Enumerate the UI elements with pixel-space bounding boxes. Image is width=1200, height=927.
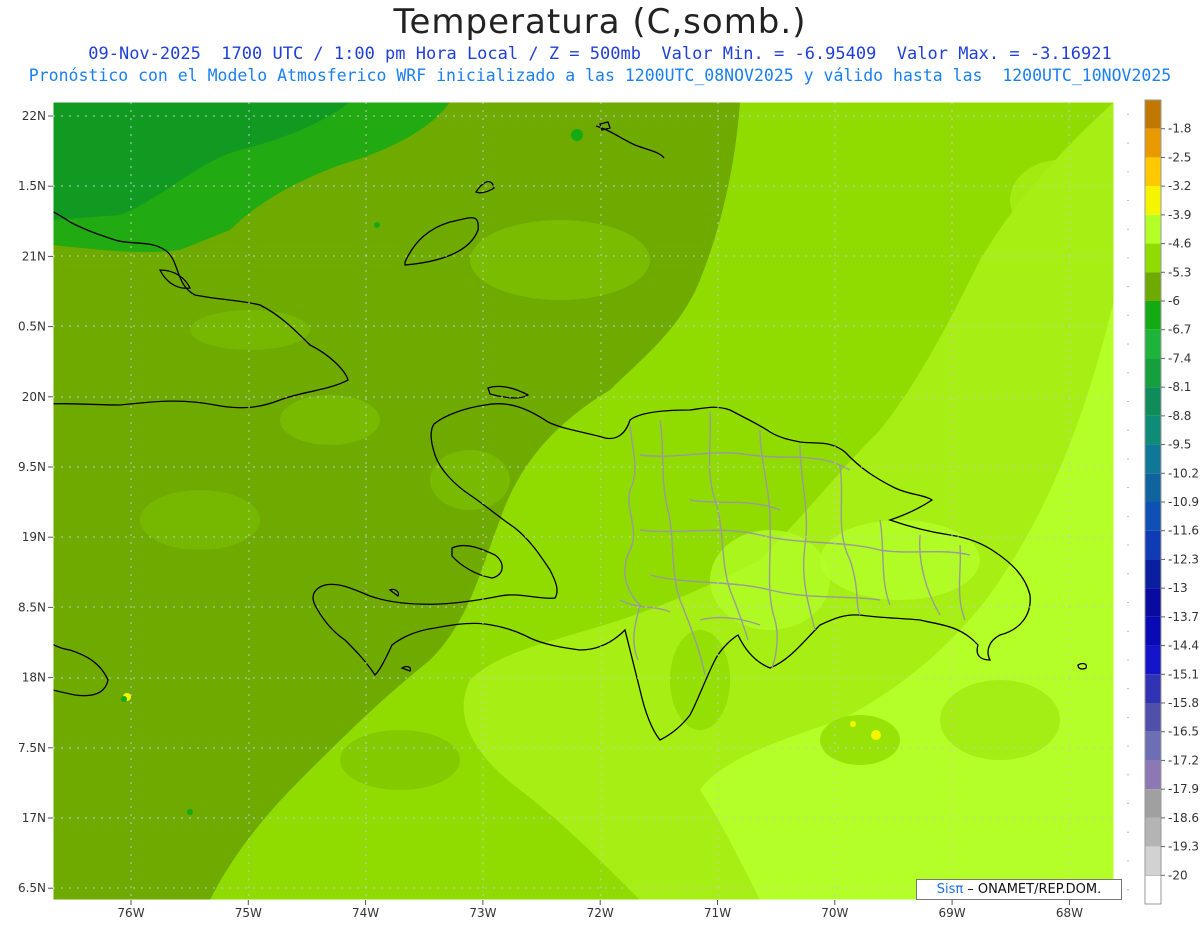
lon-label: 74W: [352, 906, 379, 920]
colorbar-segment: [1145, 444, 1161, 474]
colorbar-segment: [1145, 329, 1161, 359]
lat-label: 1.5N: [18, 179, 46, 193]
lon-label: 69W: [939, 906, 966, 920]
colorbar-segment: [1145, 157, 1161, 187]
lon-label: 76W: [117, 906, 144, 920]
colorbar-segment: [1145, 731, 1161, 761]
colorbar-legend: -1.8 -2.5 -3.2 -3.9 -4.6 -5.3 -6 -6.7 -7.4 -8.1 -8…: [1127, 99, 1199, 905]
colorbar-segment: [1145, 243, 1161, 273]
colorbar-label: -2.5: [1168, 150, 1191, 164]
lat-label: 9.5N: [18, 460, 46, 474]
lon-label: 73W: [469, 906, 496, 920]
colorbar-segment: [1145, 358, 1161, 388]
lat-label: 20N: [22, 390, 46, 404]
colorbar-label: -18.6: [1168, 811, 1199, 825]
colorbar-label: -13: [1168, 581, 1188, 595]
colorbar-label: -15.1: [1168, 667, 1199, 681]
colorbar-segment: [1145, 674, 1161, 703]
lat-label: 8.5N: [18, 600, 46, 614]
colorbar-label: -17.9: [1168, 782, 1199, 796]
lat-label: 6.5N: [18, 881, 46, 895]
colorbar-segment: [1145, 645, 1161, 675]
colorbar-label: -20: [1168, 868, 1188, 882]
colorbar-segment: [1144, 874, 1162, 905]
colorbar-segment: [1145, 616, 1161, 646]
latitude-axis: 22N 1.5N 21N 0.5N 20N 9.5N 19N 8.5N 18N 7.5N 17N 6.…: [18, 109, 53, 895]
colorbar-label: -12.3: [1168, 552, 1199, 566]
colorbar-segment: [1145, 789, 1161, 818]
colorbar-label: -7.4: [1168, 351, 1191, 365]
colorbar-label: -17.2: [1168, 753, 1199, 767]
colorbar-segment: [1145, 703, 1161, 732]
colorbar-segment: [1145, 846, 1161, 876]
colorbar-segment: [1145, 186, 1161, 215]
lat-label: 22N: [22, 109, 46, 123]
colorbar-segment: [1145, 530, 1161, 560]
colorbar-segment: [1145, 817, 1161, 847]
lon-label: 70W: [821, 906, 848, 920]
lon-label: 72W: [587, 906, 614, 920]
temperature-field: [53, 102, 1114, 900]
colorbar-segment: [1145, 502, 1161, 531]
longitude-axis: 76W 75W 74W 73W 72W 71W 70W 69W 68W: [117, 900, 1083, 920]
lat-label: 18N: [22, 671, 46, 685]
colorbar-label: -10.2: [1168, 466, 1199, 480]
lat-label: 7.5N: [18, 741, 46, 755]
colorbar-label: -19.3: [1168, 840, 1199, 854]
colorbar-segment: [1145, 214, 1161, 244]
colorbar-label: -15.8: [1168, 696, 1199, 710]
credit-box: Sisπ – ONAMET/REP.DOM.: [916, 879, 1122, 900]
colorbar-label: -16.5: [1168, 725, 1199, 739]
lat-label: 17N: [22, 811, 46, 825]
sispi-logo: Sisπ: [936, 882, 964, 897]
colorbar-label: -3.9: [1168, 208, 1191, 222]
colorbar-label: -6: [1168, 294, 1180, 308]
colorbar-segment: [1145, 272, 1161, 301]
lat-label: 0.5N: [18, 320, 46, 334]
colorbar-label: -8.8: [1168, 409, 1191, 423]
credit-text: – ONAMET/REP.DOM.: [967, 882, 1102, 897]
colorbar-segment: [1145, 387, 1161, 416]
colorbar-label: -9.5: [1168, 438, 1191, 452]
colorbar-label: -10.9: [1168, 495, 1199, 509]
colorbar-segment: [1145, 100, 1161, 129]
temperature-map: 22N 1.5N 21N 0.5N 20N 9.5N 19N 8.5N 18N 7.5N 17N 6.…: [18, 99, 1199, 920]
colorbar-segment: [1145, 128, 1161, 158]
lon-label: 75W: [235, 906, 262, 920]
colorbar-segment: [1145, 760, 1161, 790]
colorbar-segment: [1145, 473, 1161, 502]
colorbar-segment: [1145, 588, 1161, 617]
colorbar-label: -11.6: [1168, 524, 1199, 538]
lon-label: 68W: [1056, 906, 1083, 920]
colorbar-label: -4.6: [1168, 237, 1191, 251]
colorbar-label: -8.1: [1168, 380, 1191, 394]
colorbar-label: -13.7: [1168, 610, 1199, 624]
colorbar-label: -6.7: [1168, 323, 1191, 337]
colorbar-label: -5.3: [1168, 265, 1191, 279]
colorbar-label: -14.4: [1168, 639, 1199, 653]
lat-label: 21N: [22, 249, 46, 263]
colorbar-label: -3.2: [1168, 179, 1191, 193]
lat-label: 19N: [22, 530, 46, 544]
colorbar-segment: [1145, 301, 1161, 330]
colorbar-label: -1.8: [1168, 122, 1191, 136]
lon-label: 71W: [704, 906, 731, 920]
colorbar-segment: [1145, 559, 1161, 589]
colorbar-segment: [1145, 415, 1161, 445]
